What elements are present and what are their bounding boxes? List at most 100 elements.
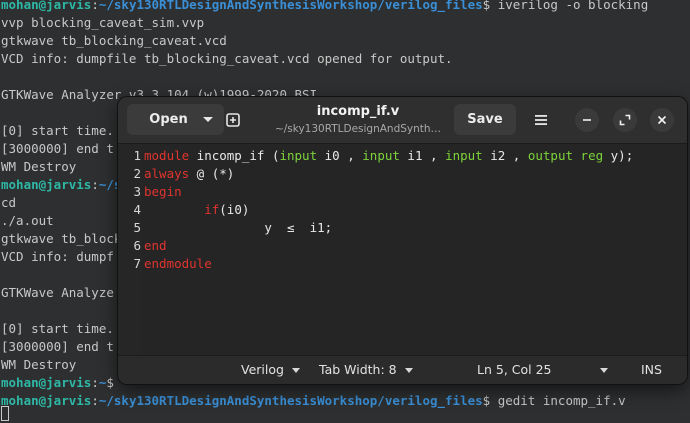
output-text: [3000000] end t: [1, 339, 114, 354]
cursor-position[interactable]: Ln 5, Col 25: [477, 362, 552, 378]
main-menu-button[interactable]: [527, 104, 555, 135]
terminal-cursor: [1, 406, 9, 421]
terminal-line: GTKWave Analyze: [1, 284, 114, 302]
terminal-line: WM Destroy: [1, 356, 76, 374]
line-number: 1: [133, 148, 141, 163]
code-token: i1 ,: [399, 148, 446, 163]
chevron-down-icon[interactable]: [600, 368, 608, 373]
code-line[interactable]: module incomp_if (input i0 , input i1 , …: [144, 147, 633, 165]
line-number: 6: [133, 238, 141, 253]
code-token: (i0): [219, 202, 250, 217]
prompt-user: mohan@jarvis: [1, 0, 92, 12]
document-path: ~/sky130RTLDesignAndSynth…: [274, 123, 442, 135]
terminal-line: mohan@jarvis:~/sky130RTLDesignAndSynthes…: [1, 0, 648, 14]
document-title: incomp_if.v: [316, 104, 400, 119]
cursor-position-label: Ln 5, Col 25: [477, 362, 552, 377]
maximize-button[interactable]: [613, 108, 637, 132]
type-token: output reg: [527, 148, 604, 163]
window-title: incomp_if.v ~/sky130RTLDesignAndSynth…: [258, 103, 458, 137]
insert-mode-label: INS: [641, 362, 662, 377]
terminal-line: [3000000] end t: [1, 140, 114, 158]
prompt-separator: :: [91, 375, 99, 390]
status-bar: Verilog Tab Width: 8 Ln 5, Col 25 INS: [118, 355, 687, 384]
language-label: Verilog: [241, 362, 284, 377]
keyword-token: if: [204, 202, 220, 217]
code-line[interactable]: y ≤ i1;: [144, 219, 332, 237]
close-button[interactable]: [650, 108, 674, 132]
chevron-down-icon: [291, 367, 300, 373]
insert-mode-indicator[interactable]: INS: [641, 362, 662, 378]
terminal-line: [3000000] end t: [1, 338, 114, 356]
command-text: gedit incomp_if.v: [497, 393, 626, 408]
line-number: 2: [133, 166, 141, 181]
terminal-line: mohan@jarvis:~/sky130RTLDesignAndSynthes…: [1, 392, 626, 410]
minimize-button[interactable]: [575, 108, 599, 132]
line-number-gutter: 1 2 3 4 5 6 7: [118, 144, 142, 355]
minimize-icon: [583, 119, 591, 121]
prompt-user: mohan@jarvis: [1, 177, 92, 192]
tab-width-selector[interactable]: Tab Width: 8: [319, 362, 413, 378]
terminal-line: gtkwave tb_blocking_caveat.vcd: [1, 32, 227, 50]
terminal-line: [0] start time.: [1, 320, 114, 338]
maximize-icon: [619, 114, 631, 126]
keyword-token: end: [144, 238, 167, 253]
terminal-line: cd: [1, 194, 16, 212]
save-button[interactable]: Save: [454, 104, 516, 135]
terminal-line: VCD info: dumpfile tb_blocking_caveat.vc…: [1, 50, 453, 68]
open-button-label: Open: [149, 112, 188, 127]
output-text: GTKWave Analyze: [1, 285, 114, 300]
gedit-window: Open incomp_if.v ~/sky130RTLDesignAndSyn…: [118, 97, 687, 384]
code-line[interactable]: endmodule: [144, 255, 212, 273]
prompt-path: ~/sky130RTLDesignAndSynthesisWorkshop/ve…: [98, 393, 483, 408]
code-line[interactable]: always @ (*): [144, 165, 234, 183]
output-text: gtkwave tb_blocking_caveat.vcd: [1, 33, 227, 48]
output-text: cd: [1, 195, 17, 210]
terminal-line: ./a.out: [1, 212, 54, 230]
prompt-symbol: $: [482, 393, 498, 408]
line-number: 5: [133, 220, 141, 235]
output-text: ./a.out: [1, 213, 54, 228]
code-line[interactable]: if(i0): [144, 201, 249, 219]
prompt-separator: :: [91, 0, 99, 12]
prompt-user: mohan@jarvis: [1, 375, 92, 390]
keyword-token: begin: [144, 184, 182, 199]
prompt-symbol: $: [482, 0, 498, 12]
output-text: VCD info: dumpfile tb_blocking_caveat.vc…: [1, 51, 453, 66]
open-button[interactable]: Open: [127, 104, 224, 135]
language-selector[interactable]: Verilog: [241, 362, 300, 378]
line-number: 4: [133, 202, 141, 217]
save-button-label: Save: [467, 112, 503, 127]
code-token: @ (*): [189, 166, 235, 181]
terminal-line: vvp blocking_caveat_sim.vvp: [1, 14, 204, 32]
command-text: iverilog -o blocking: [497, 0, 649, 12]
prompt-separator: :: [91, 177, 99, 192]
code-line[interactable]: begin: [144, 183, 182, 201]
output-text: WM Destroy: [1, 159, 77, 174]
line-number: 3: [133, 184, 141, 199]
output-text: WM Destroy: [1, 357, 77, 372]
output-text: gtkwave tb_block: [1, 231, 122, 246]
chevron-down-icon: [404, 367, 413, 373]
output-text: [0] start time.: [1, 123, 114, 138]
keyword-token: endmodule: [144, 256, 212, 271]
chevron-down-icon: [203, 117, 213, 122]
text-editor[interactable]: 1234567 module incomp_if (input i0 , inp…: [118, 144, 687, 355]
new-tab-button[interactable]: [218, 104, 248, 135]
close-icon: [657, 115, 667, 125]
terminal-line: [0] start time.: [1, 122, 114, 140]
code-token: y);: [603, 148, 634, 163]
terminal-line: WM Destroy: [1, 158, 76, 176]
type-token: input: [362, 148, 400, 163]
hamburger-menu-icon: [535, 114, 547, 125]
prompt-separator: :: [91, 393, 99, 408]
output-text: vvp blocking_caveat_sim.vvp: [1, 15, 205, 30]
code-token: y ≤ i1;: [144, 220, 333, 235]
code-token: i2 ,: [482, 148, 528, 163]
code-line[interactable]: end: [144, 237, 167, 255]
terminal-line: gtkwave tb_block: [1, 230, 121, 248]
code-token: i0 ,: [317, 148, 363, 163]
prompt-path: ~/sky130RTLDesignAndSynthesisWorkshop/ve…: [98, 0, 483, 12]
output-text: VCD info: dumpf: [1, 249, 114, 264]
type-token: input: [279, 148, 318, 163]
